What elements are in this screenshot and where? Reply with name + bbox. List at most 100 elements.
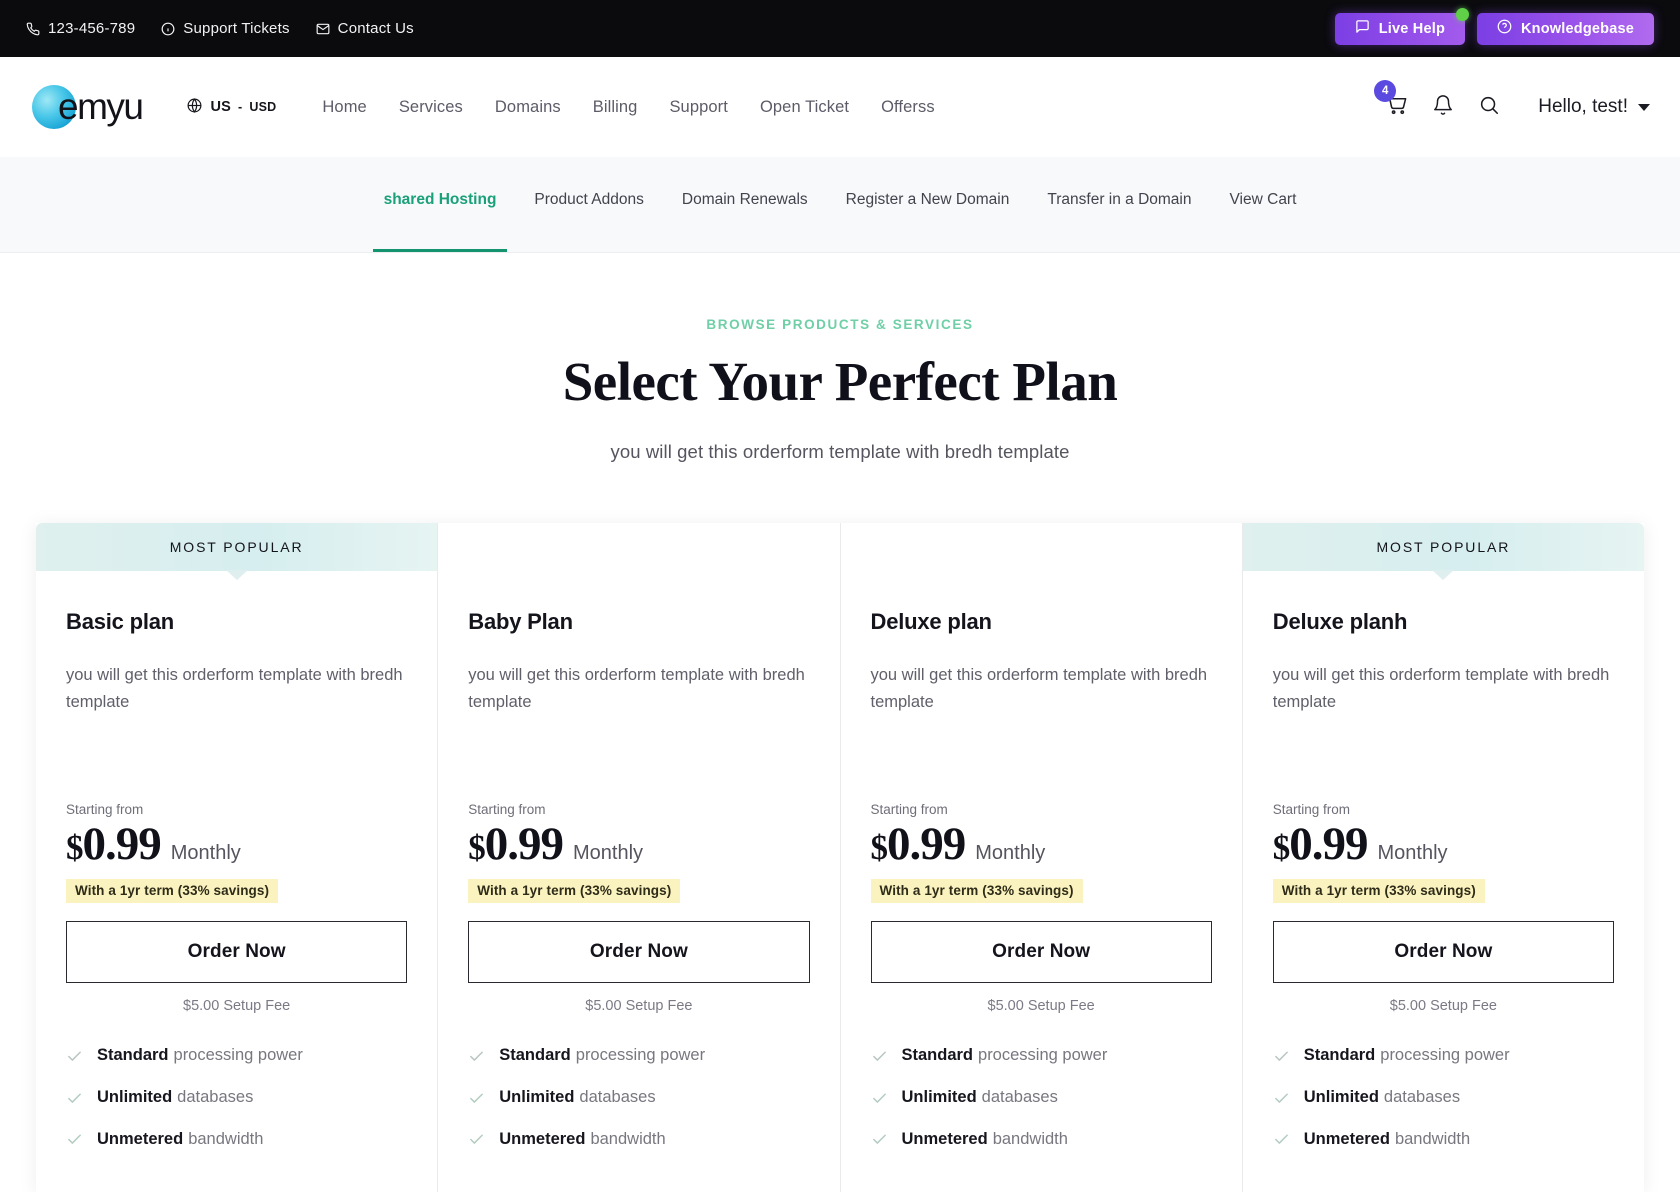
check-icon (470, 1051, 484, 1061)
order-now-button[interactable]: Order Now (66, 921, 408, 984)
check-icon (68, 1093, 81, 1103)
contact-us-item[interactable]: Contact Us (316, 20, 414, 37)
bell-icon (1432, 94, 1454, 121)
feature-rest: databases (1383, 1088, 1461, 1107)
plan-price: $0.99 (66, 818, 162, 870)
feature-text: Standard processing power (902, 1046, 1108, 1066)
currency-symbol: $ (870, 828, 888, 867)
setup-fee-label: $5.00 Setup Fee (585, 998, 693, 1015)
nav-link-open-ticket[interactable]: Open Ticket (760, 98, 849, 117)
feature-strong: Unmetered (97, 1129, 184, 1148)
top-bar-contact-group: 123-456-789 Support Tickets Contact Us (26, 20, 414, 37)
pricing-card-body: Basic plan you will get this orderform t… (36, 571, 437, 1192)
nav-link-home[interactable]: Home (322, 98, 366, 117)
online-status-dot (1456, 7, 1469, 21)
hero-eyebrow: BROWSE PRODUCTS & SERVICES (706, 317, 974, 332)
navbar-actions: 4 Hello, test! (1374, 80, 1650, 121)
feature-text: Unmetered bandwidth (902, 1130, 1068, 1150)
feature-text: Unmetered bandwidth (499, 1130, 665, 1150)
site-logo[interactable]: emyu (32, 85, 144, 129)
search-button[interactable] (1478, 94, 1500, 121)
live-help-button[interactable]: Live Help (1334, 7, 1469, 45)
price-amount: 0.99 (887, 818, 966, 870)
feature-item: Unlimited databases (1273, 1088, 1614, 1108)
feature-item: Standard processing power (66, 1046, 407, 1066)
tab-transfer-in-a-domain[interactable]: Transfer in a Domain (1028, 157, 1210, 252)
feature-item: Unmetered bandwidth (871, 1130, 1212, 1150)
feature-text: Standard processing power (97, 1046, 303, 1066)
feature-rest: bandwidth (590, 1129, 666, 1148)
setup-fee-label: $5.00 Setup Fee (183, 998, 291, 1015)
plan-description: you will get this orderform template wit… (1272, 666, 1610, 711)
order-now-button[interactable]: Order Now (870, 921, 1212, 984)
feature-list: Standard processing power Unlimited databa… (66, 1046, 407, 1191)
cart-button[interactable]: 4 (1374, 80, 1408, 121)
price-amount: 0.99 (484, 818, 564, 870)
support-tickets-item[interactable]: Support Tickets (161, 20, 289, 37)
globe-icon (186, 97, 203, 118)
feature-strong: Unmetered (1303, 1129, 1390, 1148)
feature-item: Standard processing power (1273, 1046, 1614, 1066)
savings-badge: With a 1yr term (33% savings) (1272, 879, 1485, 904)
tab-register-a-new-domain[interactable]: Register a New Domain (827, 157, 1029, 252)
live-help-label: Live Help (1378, 20, 1445, 37)
price-row: $0.99 Monthly (1273, 818, 1614, 870)
nav-link-domains[interactable]: Domains (495, 98, 561, 117)
starting-from-label: Starting from (870, 802, 948, 817)
order-now-button[interactable]: Order Now (468, 921, 810, 984)
phone-number-item[interactable]: 123-456-789 (26, 20, 135, 37)
user-account-menu[interactable]: Hello, test! (1538, 96, 1650, 118)
feature-item: Unmetered bandwidth (1273, 1130, 1614, 1150)
plan-description: you will get this orderform template wit… (66, 666, 403, 711)
price-amount: 0.99 (1289, 818, 1368, 870)
savings-badge: With a 1yr term (33% savings) (870, 879, 1083, 904)
check-icon (470, 1134, 484, 1145)
phone-number-label: 123-456-789 (48, 20, 136, 37)
nav-link-offerss[interactable]: Offerss (881, 98, 935, 117)
currency-selector[interactable]: US - USD (186, 97, 276, 118)
knowledgebase-button[interactable]: Knowledgebase (1477, 12, 1654, 45)
setup-fee-label: $5.00 Setup Fee (1389, 998, 1497, 1015)
nav-link-billing[interactable]: Billing (593, 98, 638, 117)
feature-item: Unlimited databases (871, 1088, 1212, 1108)
billing-cycle-label: Monthly (975, 842, 1046, 864)
billing-cycle-label: Monthly (170, 842, 241, 864)
question-mark-icon (1497, 19, 1512, 38)
check-icon (470, 1093, 484, 1103)
primary-nav: Home Services Domains Billing Support Op… (322, 98, 934, 117)
feature-rest: processing power (1380, 1046, 1510, 1065)
tab-product-addons[interactable]: Product Addons (515, 157, 662, 252)
feature-item: Standard processing power (871, 1046, 1212, 1066)
pricing-card-body: Deluxe plan you will get this orderform … (841, 571, 1242, 1192)
nav-link-support[interactable]: Support (669, 98, 728, 117)
pricing-card-body: Baby Plan you will get this orderform te… (438, 571, 839, 1192)
support-tickets-label: Support Tickets (183, 20, 290, 37)
feature-rest: processing power (978, 1046, 1108, 1065)
tab-shared-hosting[interactable]: shared Hosting (365, 157, 516, 252)
plan-description: you will get this orderform template wit… (870, 666, 1208, 711)
pricing-card-body: Deluxe planh you will get this orderform… (1243, 571, 1644, 1192)
envelope-icon (316, 22, 330, 36)
feature-text: Unlimited databases (97, 1088, 253, 1108)
check-icon (1274, 1093, 1288, 1103)
search-icon (1478, 94, 1500, 121)
currency-symbol: $ (468, 828, 485, 867)
feature-strong: Unlimited (901, 1088, 977, 1107)
check-icon (68, 1134, 81, 1145)
product-category-tabs-inner: shared Hosting Product Addons Domain Ren… (365, 157, 1316, 252)
feature-item: Standard processing power (468, 1046, 809, 1066)
feature-rest: processing power (575, 1046, 706, 1065)
check-icon (872, 1051, 886, 1061)
pricing-card: MOST POPULAR Basic plan you will get thi… (36, 523, 439, 1192)
nav-link-services[interactable]: Services (399, 98, 463, 117)
plan-name: Baby Plan (468, 609, 573, 634)
order-now-button[interactable]: Order Now (1272, 921, 1614, 984)
tab-view-cart[interactable]: View Cart (1211, 157, 1316, 252)
currency-symbol: $ (66, 828, 83, 867)
price-amount: 0.99 (82, 818, 162, 870)
feature-item: Unmetered bandwidth (468, 1130, 809, 1150)
savings-badge: With a 1yr term (33% savings) (468, 879, 681, 904)
tab-domain-renewals[interactable]: Domain Renewals (663, 157, 827, 252)
notifications-button[interactable] (1432, 94, 1454, 121)
most-popular-banner: MOST POPULAR (1242, 523, 1644, 571)
